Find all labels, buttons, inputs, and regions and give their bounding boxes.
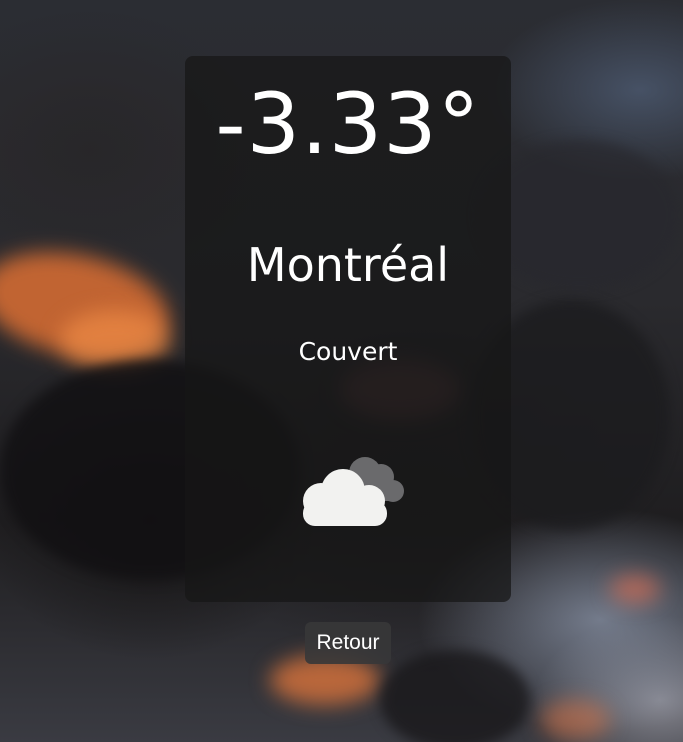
city-name: Montréal bbox=[246, 238, 450, 292]
cloudy-icon bbox=[303, 457, 404, 526]
sunset-glow bbox=[610, 575, 660, 603]
back-button[interactable]: Retour bbox=[305, 622, 391, 664]
cloud-mass bbox=[380, 650, 530, 742]
weather-card: -3.33° Montréal Couvert bbox=[185, 56, 511, 602]
weather-condition: Couvert bbox=[298, 337, 398, 366]
sunset-glow bbox=[540, 700, 610, 740]
temperature-value: -3.33° bbox=[215, 75, 481, 173]
